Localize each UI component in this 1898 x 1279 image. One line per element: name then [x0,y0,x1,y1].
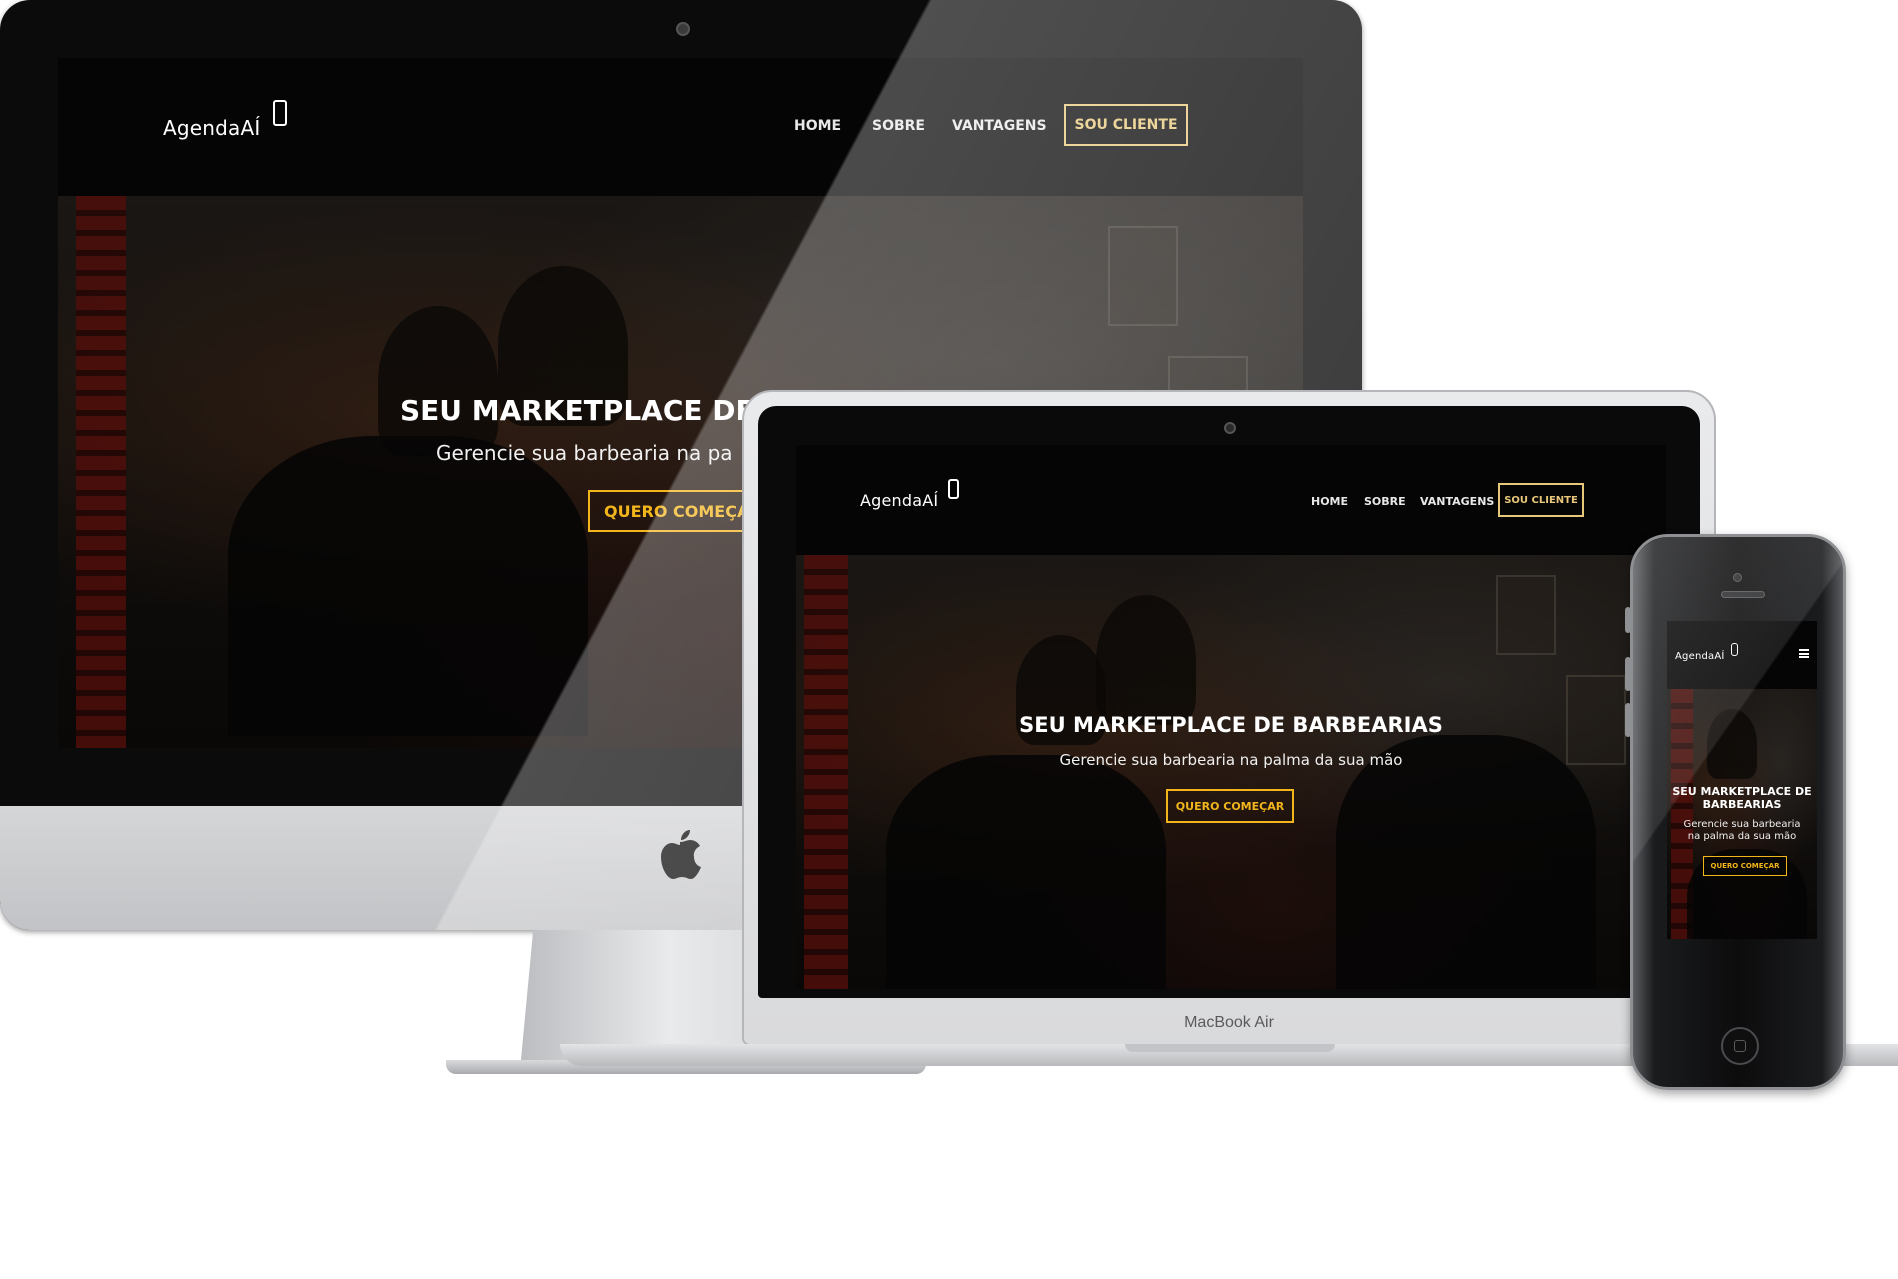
sou-cliente-button[interactable]: SOU CLIENTE [1064,104,1188,146]
hero-title: SEU MARKETPLACE DE BARBEARIAS [1667,785,1817,811]
hero-subtitle-line: Gerencie sua barbearia [1683,819,1801,830]
macbook-notch [1125,1044,1335,1052]
hero-subtitle: Gerencie sua barbearia na palma da sua m… [1667,819,1817,843]
phone-icon [273,100,287,126]
phone-icon [948,479,959,499]
nav-home-link[interactable]: HOME [1311,495,1348,508]
hero-title-line: SEU MARKETPLACE DE [1672,785,1812,798]
site-navbar: AgendaAÍ HOME SOBRE VANTAGENS SOU CLIENT… [58,58,1303,196]
volume-down-button [1625,703,1631,737]
nav-vantagens-link[interactable]: VANTAGENS [1420,495,1494,508]
quero-comecar-button[interactable]: QUERO COMEÇAR [1166,789,1294,823]
speaker-grille [1721,591,1765,598]
iphone-site-screen: AgendaAÍ SEU MARKETPLACE DE BARBEARIAS G… [1667,621,1817,939]
camera-icon [1224,422,1236,434]
site-navbar: AgendaAÍ HOME SOBRE VANTAGENS SOU CLIENT… [796,445,1666,555]
hero-section: SEU MARKETPLACE DE BARBEARIAS Gerencie s… [1667,689,1817,939]
nav-sobre-link[interactable]: SOBRE [1364,495,1406,508]
hero-subtitle: Gerencie sua barbearia na palma da sua m… [1059,751,1403,769]
camera-icon [676,22,690,36]
logo-text: AgendaAÍ [163,116,261,140]
hero-title: SEU MARKETPLACE DE BARBEARIAS [1019,713,1443,737]
macbook-device: AgendaAÍ HOME SOBRE VANTAGENS SOU CLIENT… [742,390,1716,1046]
logo-text: AgendaAÍ [860,491,939,510]
hero-overlay [796,555,1666,989]
phone-icon [1731,643,1738,656]
volume-up-button [1625,657,1631,691]
home-button [1721,1027,1759,1065]
nav-sobre-link[interactable]: SOBRE [872,118,925,134]
logo-text: AgendaAÍ [1675,651,1725,662]
hamburger-icon[interactable] [1799,649,1809,658]
quero-comecar-button[interactable]: QUERO COMEÇAR [1703,856,1787,876]
quero-comecar-button[interactable]: QUERO COMEÇA [588,490,758,532]
hero-subtitle-line: na palma da sua mão [1687,831,1797,842]
silent-switch [1625,607,1631,633]
hero-title-line: BARBEARIAS [1702,798,1782,811]
site-navbar: AgendaAÍ [1667,621,1817,689]
camera-icon [1733,573,1742,582]
hero-section: SEU MARKETPLACE DE BARBEARIAS Gerencie s… [796,555,1666,989]
site-logo[interactable]: AgendaAÍ [163,100,287,140]
macbook-label: MacBook Air [1184,1014,1274,1031]
site-logo[interactable]: AgendaAÍ [860,479,959,510]
macbook-site-screen: AgendaAÍ HOME SOBRE VANTAGENS SOU CLIENT… [796,445,1666,989]
iphone-device: AgendaAÍ SEU MARKETPLACE DE BARBEARIAS G… [1625,534,1846,1090]
nav-home-link[interactable]: HOME [794,118,841,134]
site-logo[interactable]: AgendaAÍ [1675,643,1738,662]
apple-logo-icon [661,830,701,879]
nav-vantagens-link[interactable]: VANTAGENS [952,118,1047,134]
sou-cliente-button[interactable]: SOU CLIENTE [1498,483,1584,517]
hero-overlay [1667,689,1817,939]
